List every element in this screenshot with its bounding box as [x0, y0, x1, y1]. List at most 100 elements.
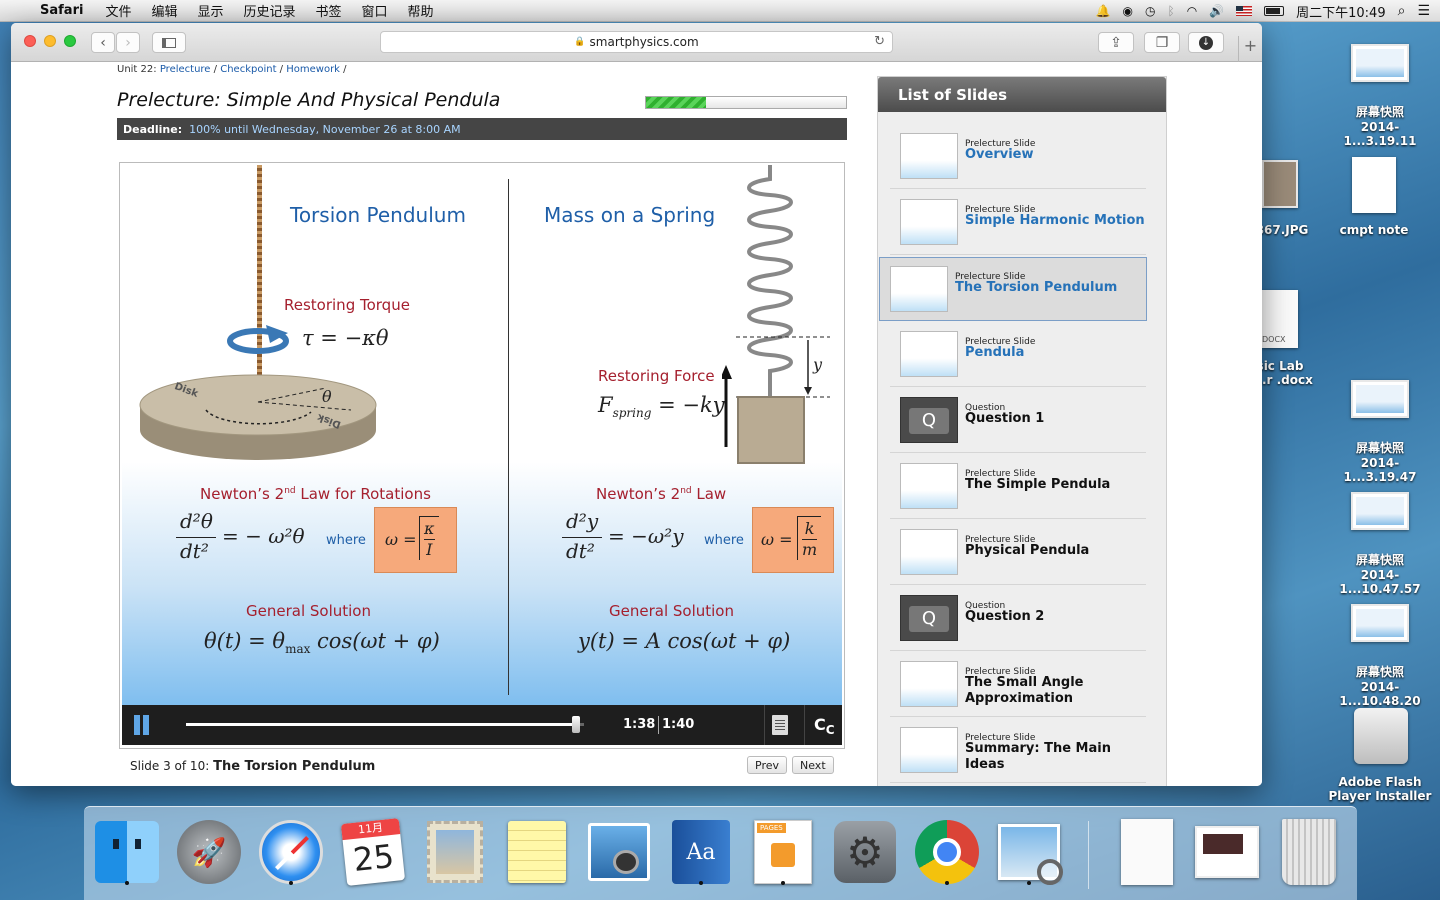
breadcrumb-checkpoint-link[interactable]: Checkpoint [220, 64, 276, 75]
desktop-icon-screenshot-4[interactable]: 屏幕快照 2014-1...10.48.20 [1325, 663, 1435, 708]
desktop-icon-screenshot-2[interactable]: 屏幕快照 2014-1...3.19.47 [1325, 439, 1435, 484]
dock-system-preferences[interactable]: ⚙ [832, 817, 898, 887]
seek-bar[interactable] [186, 716, 584, 733]
downloads-button[interactable]: ↓ [1188, 32, 1224, 53]
browser-toolbar: ‹ › 🔒 smartphysics.com ↻ ⇪ ❐ ↓ + [11, 23, 1262, 62]
notification-center-icon[interactable]: ☰ [1417, 3, 1430, 19]
slide-list-item[interactable]: Prelecture Slide The Small Angle Approxim… [890, 653, 1146, 717]
time-separator [658, 716, 659, 734]
dock-screenshot[interactable] [1194, 817, 1260, 887]
address-bar[interactable]: 🔒 smartphysics.com ↻ [380, 31, 893, 53]
screenshot-thumb-icon[interactable] [1351, 604, 1409, 642]
close-window-button[interactable] [24, 35, 36, 47]
slide-item-name: Question 2 [965, 609, 1045, 624]
desktop-icon-flash-installer[interactable]: Adobe Flash Player Installer [1325, 775, 1435, 803]
slide-list-item[interactable]: Prelecture Slide Overview [890, 125, 1146, 189]
dock-finder[interactable] [94, 817, 160, 887]
forward-button[interactable]: › [116, 32, 140, 53]
sidebar-toggle-button[interactable] [152, 32, 186, 53]
slide-list-item[interactable]: Prelecture Slide Physical Pendula [890, 521, 1146, 585]
desktop-icon-screenshot-3[interactable]: 屏幕快照 2014-1...10.47.57 [1325, 551, 1435, 596]
slide-list-item[interactable]: Prelecture Slide Pendula [890, 323, 1146, 387]
time-machine-icon[interactable]: ◷ [1145, 4, 1155, 18]
rotation-arrow-icon [227, 325, 289, 354]
dock-dictionary[interactable]: Aa [668, 817, 734, 887]
zoom-window-button[interactable] [64, 35, 76, 47]
breadcrumb-homework-link[interactable]: Homework [286, 64, 340, 75]
screenshot-thumb-icon[interactable] [1351, 44, 1409, 82]
dock-mail[interactable] [422, 817, 488, 887]
spotlight-alt-icon[interactable]: ◉ [1123, 4, 1133, 18]
seek-bar-thumb[interactable] [572, 716, 581, 733]
flag-us-icon[interactable] [1236, 6, 1253, 16]
slide-list-item[interactable]: Prelecture Slide Simple Harmonic Motion [890, 191, 1146, 255]
document-icon [1121, 819, 1173, 885]
docx-file-icon[interactable]: DOCX [1262, 290, 1298, 348]
dock-launchpad[interactable]: 🚀 [176, 817, 242, 887]
desktop-icon-label: 2014-1...10.48.20 [1339, 680, 1421, 708]
omega-spring-box: ω = km [752, 507, 834, 573]
slide-item-name: The Small Angle Approximation [965, 675, 1084, 706]
slide-list-item[interactable]: Q Question Question 2 [890, 587, 1146, 651]
menu-help[interactable]: 帮助 [398, 1, 444, 20]
spotlight-search-icon[interactable]: ⌕ [1398, 3, 1406, 19]
disk-image-icon[interactable] [1354, 708, 1408, 764]
jpg-thumb-icon[interactable] [1262, 160, 1298, 208]
dock-iphoto[interactable] [586, 817, 652, 887]
menu-edit[interactable]: 编辑 [141, 1, 187, 20]
q-letter-icon: Q [909, 408, 949, 434]
torsion-heading: Torsion Pendulum [290, 203, 466, 227]
menu-file[interactable]: 文件 [95, 1, 141, 20]
transcript-icon [775, 720, 785, 730]
dock-trash[interactable] [1276, 817, 1342, 887]
finder-icon [95, 821, 159, 883]
newton-spring-text: Newton’s 2 [596, 485, 681, 503]
reload-icon[interactable]: ↻ [874, 34, 885, 49]
dock-calendar[interactable]: 11月 25 [340, 817, 406, 887]
volume-icon[interactable]: 🔊 [1209, 4, 1224, 18]
dock-notes[interactable] [504, 817, 570, 887]
screenshot-thumb-icon[interactable] [1351, 492, 1409, 530]
menu-app-name[interactable]: Safari [36, 3, 95, 18]
slide-thumbnail [900, 199, 958, 245]
transcript-button[interactable] [772, 715, 788, 735]
newton-spring-sup: nd [680, 486, 692, 496]
screenshot-thumb-icon[interactable] [1351, 380, 1409, 418]
breadcrumb-prelecture-link[interactable]: Prelecture [160, 64, 211, 75]
desktop-icon-cmpt-note[interactable]: cmpt note [1319, 223, 1429, 237]
next-button[interactable]: Next [792, 756, 834, 774]
closed-captions-button[interactable]: CC [814, 715, 835, 737]
notification-bell-icon[interactable]: 🔔 [1096, 4, 1111, 18]
progress-bar [645, 96, 847, 109]
tabs-overview-button[interactable]: ❐ [1144, 32, 1180, 53]
menu-bookmarks[interactable]: 书签 [306, 1, 352, 20]
dock-chrome[interactable] [914, 817, 980, 887]
back-button[interactable]: ‹ [91, 32, 115, 53]
slide-list-item[interactable]: Q Question Question 1 [890, 389, 1146, 453]
calendar-icon: 11月 25 [340, 818, 406, 886]
slide-list-item[interactable]: Prelecture Slide The Simple Pendula [890, 455, 1146, 519]
document-icon[interactable] [1352, 157, 1396, 213]
slide-list-item[interactable]: Prelecture Slide Summary: The Main Ideas [890, 719, 1146, 783]
minimize-window-button[interactable] [44, 35, 56, 47]
dock-safari[interactable] [258, 817, 324, 887]
pause-button[interactable] [132, 715, 152, 735]
running-indicator [1027, 881, 1031, 885]
battery-icon[interactable] [1264, 6, 1285, 16]
menu-view[interactable]: 显示 [187, 1, 233, 20]
dock-document[interactable] [1114, 817, 1180, 887]
desktop-icon-screenshot-1[interactable]: 屏幕快照 2014-1...3.19.11 [1325, 103, 1435, 148]
bluetooth-icon[interactable]: ᛒ [1167, 4, 1174, 18]
wifi-icon[interactable]: ◠ [1187, 4, 1197, 18]
prev-button[interactable]: Prev [747, 756, 787, 774]
menu-window[interactable]: 窗口 [352, 1, 398, 20]
share-button[interactable]: ⇪ [1098, 32, 1134, 53]
newton-spring-suffix: Law [691, 485, 727, 503]
clock[interactable]: 周二下午10:49 [1296, 2, 1385, 21]
slide-list-item[interactable]: Prelecture Slide The Torsion Pendulum [879, 257, 1147, 321]
dock-pages[interactable]: PAGES [750, 817, 816, 887]
dock-preview[interactable] [996, 817, 1063, 887]
torsion-solution-sub: max [285, 642, 311, 657]
new-tab-button[interactable]: + [1238, 36, 1262, 62]
menu-history[interactable]: 历史记录 [233, 1, 305, 20]
